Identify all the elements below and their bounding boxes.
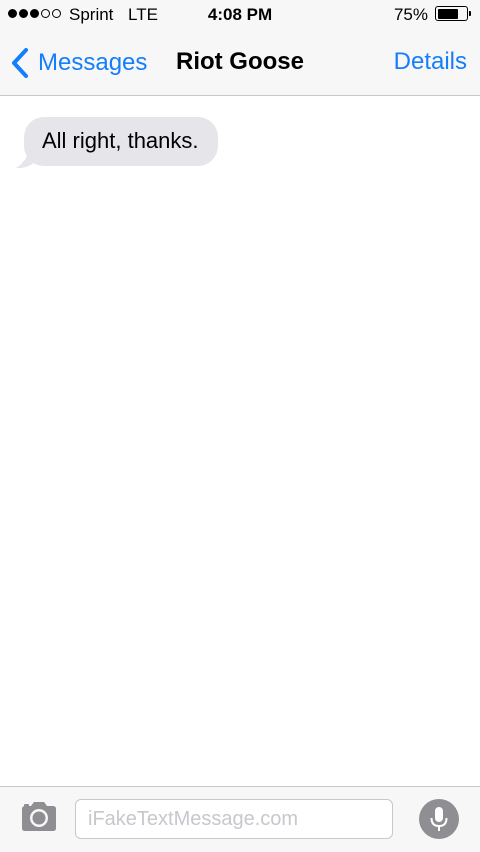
message-incoming: All right, thanks. — [16, 117, 218, 169]
chevron-left-icon — [12, 48, 28, 78]
navigation-bar: Messages Riot Goose Details — [0, 30, 480, 96]
battery-cap — [469, 11, 471, 16]
back-button-label: Messages — [38, 49, 148, 76]
status-bar: Sprint LTE 4:08 PM 75% — [0, 0, 480, 30]
message-input[interactable] — [75, 799, 393, 839]
back-button[interactable]: Messages — [10, 46, 147, 80]
battery-percentage: 75% — [393, 5, 428, 24]
battery-icon — [435, 6, 471, 21]
conversation-title: Riot Goose — [175, 48, 304, 75]
messages-screen: Sprint LTE 4:08 PM 75% Messages Riot Goo… — [0, 0, 480, 852]
details-button[interactable]: Details — [394, 48, 467, 76]
message-input-bar — [0, 786, 480, 852]
camera-icon — [22, 802, 56, 831]
camera-button[interactable] — [19, 801, 59, 833]
message-bubble[interactable]: All right, thanks. — [24, 117, 218, 166]
microphone-button[interactable] — [419, 799, 459, 839]
message-list: All right, thanks. — [0, 96, 480, 786]
battery-level-fill — [437, 8, 458, 19]
microphone-icon — [430, 807, 448, 831]
